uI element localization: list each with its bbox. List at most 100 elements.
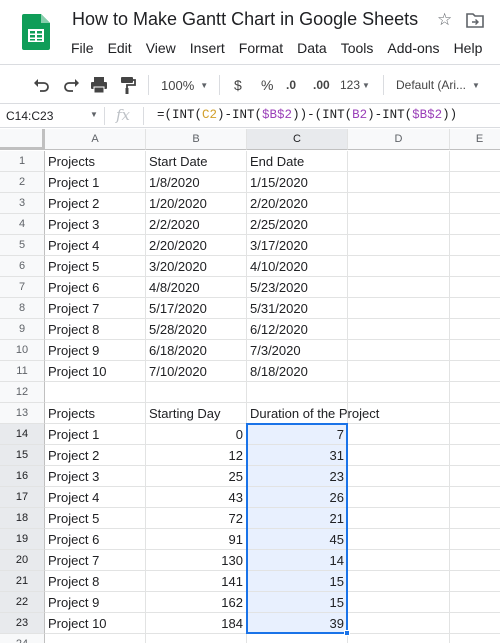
row-header-9[interactable]: 9 [0,319,45,340]
cell-c11[interactable]: 8/18/2020 [247,361,348,382]
cell-c18[interactable]: 21 [247,508,348,529]
cell-a24[interactable] [45,634,146,643]
cell-e14[interactable] [450,424,500,445]
cell-d1[interactable] [348,151,450,172]
cell-b20[interactable]: 130 [146,550,247,571]
cell-e20[interactable] [450,550,500,571]
row-header-23[interactable]: 23 [0,613,45,634]
row-header-7[interactable]: 7 [0,277,45,298]
cell-e17[interactable] [450,487,500,508]
cell-b8[interactable]: 5/17/2020 [146,298,247,319]
column-header-b[interactable]: B [146,129,247,150]
cell-c15[interactable]: 31 [247,445,348,466]
cell-a11[interactable]: Project 10 [45,361,146,382]
cell-c22[interactable]: 15 [247,592,348,613]
cell-d22[interactable] [348,592,450,613]
cell-b22[interactable]: 162 [146,592,247,613]
row-header-1[interactable]: 1 [0,151,45,172]
cell-d16[interactable] [348,466,450,487]
cell-a4[interactable]: Project 3 [45,214,146,235]
star-icon[interactable]: ☆ [437,10,452,30]
cell-e21[interactable] [450,571,500,592]
menu-data[interactable]: Data [290,38,334,58]
cell-a17[interactable]: Project 4 [45,487,146,508]
cell-b5[interactable]: 2/20/2020 [146,235,247,256]
cell-a18[interactable]: Project 5 [45,508,146,529]
row-header-8[interactable]: 8 [0,298,45,319]
cell-b13[interactable]: Starting Day [146,403,247,424]
row-header-13[interactable]: 13 [0,403,45,424]
column-header-a[interactable]: A [45,129,146,150]
cell-c23[interactable]: 39 [247,613,348,634]
cell-c20[interactable]: 14 [247,550,348,571]
cell-c16[interactable]: 23 [247,466,348,487]
cell-b9[interactable]: 5/28/2020 [146,319,247,340]
column-header-c[interactable]: C [247,129,348,150]
menu-help[interactable]: Help [447,38,490,58]
menu-tools[interactable]: Tools [334,38,381,58]
cell-e3[interactable] [450,193,500,214]
cell-d8[interactable] [348,298,450,319]
cell-a3[interactable]: Project 2 [45,193,146,214]
cell-d12[interactable] [348,382,450,403]
fill-handle[interactable] [344,630,350,636]
row-header-6[interactable]: 6 [0,256,45,277]
paint-format-icon[interactable] [117,74,137,96]
cell-d20[interactable] [348,550,450,571]
cell-a21[interactable]: Project 8 [45,571,146,592]
cell-a2[interactable]: Project 1 [45,172,146,193]
row-header-22[interactable]: 22 [0,592,45,613]
cell-c1[interactable]: End Date [247,151,348,172]
cell-b24[interactable] [146,634,247,643]
row-header-20[interactable]: 20 [0,550,45,571]
cell-c2[interactable]: 1/15/2020 [247,172,348,193]
cell-c21[interactable]: 15 [247,571,348,592]
cell-b23[interactable]: 184 [146,613,247,634]
print-icon[interactable] [89,74,109,96]
cell-e2[interactable] [450,172,500,193]
cell-a15[interactable]: Project 2 [45,445,146,466]
row-header-15[interactable]: 15 [0,445,45,466]
cell-a6[interactable]: Project 5 [45,256,146,277]
cell-e4[interactable] [450,214,500,235]
cell-d3[interactable] [348,193,450,214]
cell-e1[interactable] [450,151,500,172]
name-box[interactable]: C14:C23 [6,109,53,123]
row-header-2[interactable]: 2 [0,172,45,193]
cell-d24[interactable] [348,634,450,643]
cell-e24[interactable] [450,634,500,643]
cell-e11[interactable] [450,361,500,382]
row-header-5[interactable]: 5 [0,235,45,256]
cell-b6[interactable]: 3/20/2020 [146,256,247,277]
row-header-11[interactable]: 11 [0,361,45,382]
cell-d13[interactable] [348,403,450,424]
cell-d14[interactable] [348,424,450,445]
chevron-down-icon[interactable]: ▼ [90,110,98,119]
row-header-4[interactable]: 4 [0,214,45,235]
cell-a13[interactable]: Projects [45,403,146,424]
cell-a8[interactable]: Project 7 [45,298,146,319]
cell-c9[interactable]: 6/12/2020 [247,319,348,340]
cell-b10[interactable]: 6/18/2020 [146,340,247,361]
cell-c12[interactable] [247,382,348,403]
row-header-18[interactable]: 18 [0,508,45,529]
font-family-select[interactable]: Default (Ari... ▼ [396,74,480,96]
cell-e10[interactable] [450,340,500,361]
move-to-folder-icon[interactable] [466,12,484,28]
cell-e16[interactable] [450,466,500,487]
cell-e13[interactable] [450,403,500,424]
cell-e18[interactable] [450,508,500,529]
cell-d10[interactable] [348,340,450,361]
more-formats-button[interactable]: 123 ▼ [340,74,370,96]
cell-c17[interactable]: 26 [247,487,348,508]
cell-d5[interactable] [348,235,450,256]
redo-icon[interactable] [61,74,81,96]
zoom-select[interactable]: 100% ▼ [161,74,208,96]
cell-d2[interactable] [348,172,450,193]
cell-c4[interactable]: 2/25/2020 [247,214,348,235]
cell-e19[interactable] [450,529,500,550]
cell-e22[interactable] [450,592,500,613]
menu-edit[interactable]: Edit [101,38,139,58]
column-header-e[interactable]: E [450,129,500,150]
cell-c24[interactable] [247,634,348,643]
